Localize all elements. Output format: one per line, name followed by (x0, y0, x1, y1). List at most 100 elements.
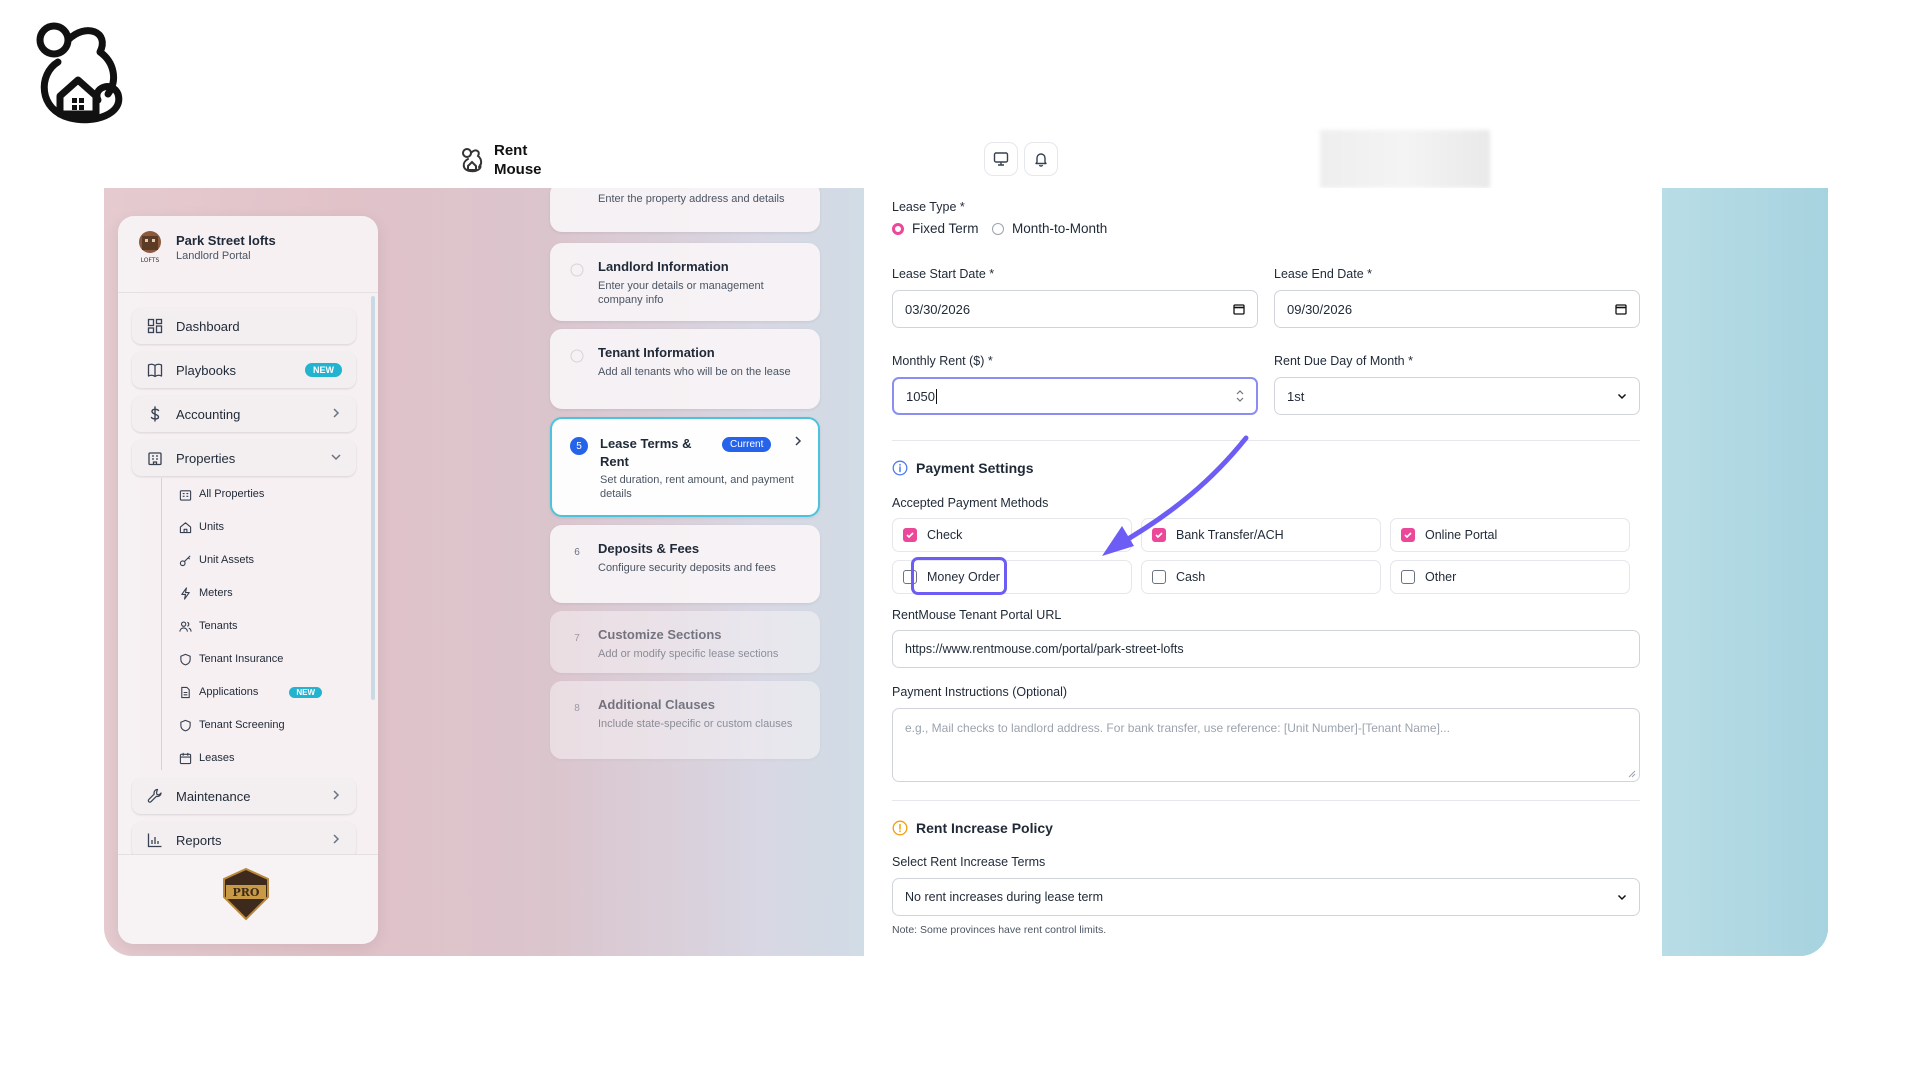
sub-tenant-insurance[interactable]: Tenant Insurance (178, 649, 283, 669)
shield-icon (178, 652, 192, 666)
rent-due-select[interactable]: 1st (1274, 377, 1640, 415)
sub-label: Tenants (199, 620, 238, 632)
step-landlord-info[interactable]: Landlord Information Enter your details … (550, 243, 820, 321)
step-title: Lease Terms & Rent (600, 436, 692, 469)
nav-properties[interactable]: Properties (132, 440, 356, 476)
sidebar-footer: PRO (118, 854, 378, 944)
nav-label: Properties (176, 450, 236, 466)
home-icon (178, 520, 192, 534)
lease-terms-form: Lease Type * Fixed Term Month-to-Month L… (864, 188, 1662, 956)
right-background-panel (1662, 188, 1828, 956)
method-label: Cash (1176, 570, 1206, 584)
sub-meters[interactable]: Meters (178, 583, 233, 603)
instructions-placeholder: e.g., Mail checks to landlord address. F… (905, 721, 1450, 735)
new-badge: NEW (305, 363, 342, 377)
step-number: 7 (574, 632, 580, 644)
section-title: Payment Settings (916, 460, 1034, 476)
step-title: Tenant Information (598, 345, 715, 360)
section-title: Rent Increase Policy (916, 820, 1053, 836)
org-switcher[interactable]: LOFTS Park Street lofts Landlord Portal (136, 230, 276, 264)
current-badge: Current (722, 437, 772, 452)
lease-type-label: Lease Type * (892, 200, 965, 214)
monthly-rent-input[interactable]: 1050 (892, 377, 1258, 415)
user-menu-blurred[interactable] (1320, 130, 1490, 188)
sub-tenants[interactable]: Tenants (178, 616, 238, 636)
brand-name-line1: Rent (494, 142, 528, 159)
step-additional-clauses[interactable]: 8 Additional Clauses Include state-speci… (550, 681, 820, 759)
nav-reports[interactable]: Reports (132, 822, 356, 858)
step-desc: Add all tenants who will be on the lease (598, 366, 791, 378)
nav-playbooks[interactable]: Playbooks NEW (132, 352, 356, 388)
step-desc: Enter the property address and details (598, 193, 785, 205)
notifications-button[interactable] (1024, 142, 1058, 176)
end-date-label: Lease End Date * (1274, 267, 1372, 281)
nav-dashboard[interactable]: Dashboard (132, 308, 356, 344)
sidebar-scrollbar[interactable] (371, 296, 375, 700)
shield-icon (178, 718, 192, 732)
checkbox-unchecked-icon[interactable] (1401, 570, 1415, 584)
step-title: Landlord Information (598, 259, 729, 274)
step-property[interactable]: Enter the property address and details (550, 188, 820, 232)
checkbox-unchecked-icon[interactable] (1152, 570, 1166, 584)
monitor-button[interactable] (984, 142, 1018, 176)
rent-due-value: 1st (1287, 388, 1305, 404)
new-badge: NEW (289, 686, 322, 698)
step-desc: Configure security deposits and fees (598, 562, 776, 574)
portal-url-input[interactable]: https://www.rentmouse.com/portal/park-st… (892, 630, 1640, 668)
end-date-value: 09/30/2026 (1287, 301, 1353, 317)
step-tenant-info[interactable]: Tenant Information Add all tenants who w… (550, 329, 820, 409)
sub-label: Meters (199, 587, 233, 599)
step-deposits-fees[interactable]: 6 Deposits & Fees Configure security dep… (550, 525, 820, 603)
divider (892, 800, 1640, 801)
step-desc: Set duration, rent amount, and payment d… (600, 474, 794, 500)
portal-url-value: https://www.rentmouse.com/portal/park-st… (905, 642, 1184, 656)
dashboard-icon (146, 317, 164, 335)
start-date-input[interactable]: 03/30/2026 (892, 290, 1258, 328)
resize-handle-icon[interactable] (1628, 770, 1636, 778)
radio-label: Fixed Term (912, 221, 979, 236)
step-customize-sections[interactable]: 7 Customize Sections Add or modify speci… (550, 611, 820, 673)
divider (118, 292, 378, 293)
step-check-icon (568, 261, 586, 279)
nav-label: Accounting (176, 406, 241, 422)
svg-text:LOFTS: LOFTS (141, 257, 160, 264)
calendar-icon (178, 751, 192, 765)
step-title: Deposits & Fees (598, 541, 700, 556)
chevron-down-icon (1617, 894, 1627, 901)
checkbox-checked-icon[interactable] (1401, 528, 1415, 542)
nav-accounting[interactable]: Accounting (132, 396, 356, 432)
radio-fixed-term[interactable]: Fixed Term (892, 221, 979, 236)
radio-month-to-month[interactable]: Month-to-Month (992, 221, 1107, 236)
nav-label: Playbooks (176, 362, 236, 378)
step-number: 5 (570, 437, 588, 455)
checkbox-checked-icon[interactable] (903, 528, 917, 542)
stepper-icon[interactable] (1236, 389, 1244, 403)
sub-applications[interactable]: Applications NEW (178, 682, 322, 702)
nav-maintenance[interactable]: Maintenance (132, 778, 356, 814)
increase-terms-select[interactable]: No rent increases during lease term (892, 878, 1640, 916)
step-lease-terms-current[interactable]: 5 Lease Terms & Rent Set duration, rent … (550, 417, 820, 517)
monthly-rent-value: 1050 (906, 388, 937, 404)
calendar-icon[interactable] (1233, 303, 1245, 315)
instructions-textarea[interactable]: e.g., Mail checks to landlord address. F… (892, 708, 1640, 782)
brand[interactable]: Rent Mouse (460, 140, 542, 180)
sidebar: LOFTS Park Street lofts Landlord Portal … (118, 216, 378, 944)
step-check-icon (568, 347, 586, 365)
sub-tenant-screening[interactable]: Tenant Screening (178, 715, 285, 735)
submenu-line (161, 478, 162, 770)
highlight-box (911, 557, 1007, 595)
sub-all-properties[interactable]: All Properties (178, 484, 264, 504)
step-title: Customize Sections (598, 627, 722, 642)
method-other[interactable]: Other (1390, 560, 1630, 594)
method-online-portal[interactable]: Online Portal (1390, 518, 1630, 552)
radio-selected-icon (892, 222, 904, 235)
calendar-icon[interactable] (1615, 303, 1627, 315)
org-subtitle: Landlord Portal (176, 249, 251, 262)
chevron-down-icon (331, 454, 341, 461)
end-date-input[interactable]: 09/30/2026 (1274, 290, 1640, 328)
sub-leases[interactable]: Leases (178, 748, 234, 768)
sub-units[interactable]: Units (178, 517, 224, 537)
portal-url-label: RentMouse Tenant Portal URL (892, 608, 1062, 622)
sub-unit-assets[interactable]: Unit Assets (178, 550, 254, 570)
rentmouse-mini-logo-icon (462, 148, 483, 173)
